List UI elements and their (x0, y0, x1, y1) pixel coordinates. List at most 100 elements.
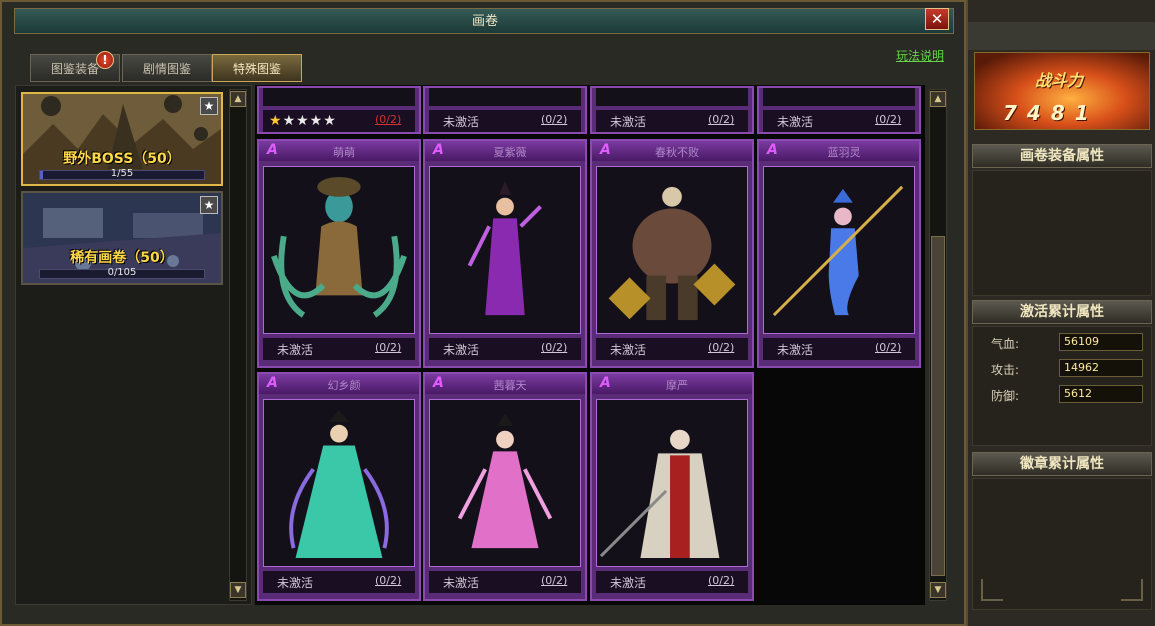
album-progress-text: 1/55 (110, 168, 134, 179)
tab-label: 剧情图鉴 (142, 62, 191, 76)
card-header: A 蓝羽灵 (759, 141, 919, 161)
card-lanyuling[interactable]: A 蓝羽灵 未激活 (0/2) (757, 139, 921, 368)
card-name: 夏紫薇 (493, 146, 527, 159)
album-card-wild-boss[interactable]: 野外BOSS（50） 1/55 ★ (21, 92, 223, 186)
card-footer: 未激活 (0/2) (263, 338, 415, 360)
combat-power-label: 战斗力 (1035, 71, 1084, 90)
accum-attr-heading: 激活累计属性 (972, 300, 1152, 324)
card-progress[interactable]: (0/2) (875, 113, 901, 126)
card-qianmutian[interactable]: A 茜暮天 未激活 (0/2) (423, 372, 587, 601)
purple-lady-figure-icon (429, 166, 581, 334)
card-chunqiu[interactable]: A 春秋不败 未激活 (0/2) (590, 139, 754, 368)
card-partial[interactable]: 未激活 (0/2) (590, 86, 754, 134)
mermaid-trident-figure-icon (763, 166, 915, 334)
card-status: 未激活 (443, 115, 480, 129)
tab-story-album[interactable]: 剧情图鉴 (122, 54, 212, 82)
scroll-down-button[interactable]: ▼ (930, 582, 946, 598)
scroll-up-button[interactable]: ▲ (930, 91, 946, 107)
card-progress[interactable]: (0/2) (541, 341, 567, 354)
pink-dancer-figure-icon (429, 399, 581, 567)
card-status: 未激活 (277, 343, 314, 357)
stat-label-defense: 防御: (991, 389, 1020, 403)
window-title: 画卷 (471, 14, 498, 29)
stat-label-attack: 攻击: (991, 363, 1020, 377)
equip-attr-body (972, 170, 1152, 296)
card-footer: ★★★★★ (0/2) (263, 110, 415, 132)
accum-attr-body: 气血: 56109 攻击: 14962 防御: 5612 (972, 326, 1152, 446)
card-header: A 春秋不败 (592, 141, 752, 161)
album-list-scrollbar[interactable] (229, 89, 247, 601)
card-status: 未激活 (610, 115, 647, 129)
panel-top-strip (968, 22, 1155, 50)
card-progress[interactable]: (0/2) (375, 574, 401, 587)
card-name: 蓝羽灵 (827, 146, 861, 159)
card-name: 幻乡颜 (327, 379, 361, 392)
card-progress[interactable]: (0/2) (875, 341, 901, 354)
card-progress[interactable]: (0/2) (708, 574, 734, 587)
card-status: 未激活 (777, 343, 814, 357)
scroll-thumb[interactable] (931, 236, 945, 576)
favorite-star-icon[interactable]: ★ (200, 97, 218, 115)
close-button[interactable]: ✕ (925, 8, 949, 30)
corner-ornament (981, 579, 1003, 601)
card-partial[interactable]: 未激活 (0/2) (423, 86, 587, 134)
armored-brute-figure-icon (596, 166, 748, 334)
title-bar: 画卷 (14, 8, 954, 34)
card-name: 摩严 (666, 379, 688, 392)
card-progress[interactable]: (0/2) (708, 341, 734, 354)
card-progress[interactable]: (0/2) (375, 341, 401, 354)
rank-glyph: A (600, 142, 611, 158)
card-header: A 茜暮天 (425, 374, 585, 394)
card-picture-partial (429, 88, 581, 106)
card-progress[interactable]: (0/2) (708, 113, 734, 126)
rank-glyph: A (433, 375, 444, 391)
stat-value-hp: 56109 (1059, 333, 1143, 351)
card-header: A 夏紫薇 (425, 141, 585, 161)
card-status: 未激活 (443, 343, 480, 357)
rank-glyph: A (767, 142, 778, 158)
card-footer: 未激活 (0/2) (429, 571, 581, 593)
rank-glyph: A (600, 375, 611, 391)
card-status: 未激活 (443, 576, 480, 590)
card-xiaziwei[interactable]: A 夏紫薇 未激活 (0/2) (423, 139, 587, 368)
card-partial[interactable]: 未激活 (0/2) (757, 86, 921, 134)
help-link[interactable]: 玩法说明 (896, 47, 944, 64)
tab-special-album[interactable]: 特殊图鉴 (212, 54, 302, 82)
card-footer: 未激活 (0/2) (763, 110, 915, 132)
card-status: 未激活 (610, 576, 647, 590)
card-footer: 未激活 (0/2) (596, 338, 748, 360)
card-mengmeng[interactable]: A 萌萌 未激活 (0/2) (257, 139, 421, 368)
album-card-rare[interactable]: 稀有画卷（50） 0/105 ★ (21, 191, 223, 285)
card-status: 未激活 (610, 343, 647, 357)
scroll-up-button[interactable]: ▲ (230, 91, 246, 107)
combat-power-box: 战斗力 7481 (974, 52, 1150, 130)
alert-badge: ! (96, 51, 114, 69)
card-partial[interactable]: ★★★★★ (0/2) (257, 86, 421, 134)
elder-sage-figure-icon (596, 399, 748, 567)
scroll-down-button[interactable]: ▼ (230, 582, 246, 598)
card-progress[interactable]: (0/2) (375, 113, 401, 126)
card-status: 未激活 (277, 576, 314, 590)
jade-maiden-figure-icon (263, 399, 415, 567)
album-name: 稀有画卷（50） (70, 250, 174, 266)
rank-glyph: A (267, 142, 278, 158)
medusa-monster-figure-icon (263, 166, 415, 334)
card-footer: 未激活 (0/2) (596, 571, 748, 593)
card-picture-partial (596, 88, 748, 106)
card-picture-partial (263, 88, 415, 106)
star-rating: ★★★★★ (269, 113, 337, 129)
card-progress[interactable]: (0/2) (541, 574, 567, 587)
card-picture-partial (763, 88, 915, 106)
rank-glyph: A (433, 142, 444, 158)
card-name: 萌萌 (333, 146, 355, 159)
card-header: A 摩严 (592, 374, 752, 394)
card-status: 未激活 (777, 115, 814, 129)
card-progress[interactable]: (0/2) (541, 113, 567, 126)
badge-attr-heading: 徽章累计属性 (972, 452, 1152, 476)
card-huanxiangyan[interactable]: A 幻乡颜 未激活 (0/2) (257, 372, 421, 601)
card-name: 春秋不败 (655, 146, 699, 159)
favorite-star-icon[interactable]: ★ (200, 196, 218, 214)
attribute-panel: 战斗力 7481 画卷装备属性 激活累计属性 气血: 56109 攻击: 149… (966, 0, 1155, 626)
equip-attr-heading: 画卷装备属性 (972, 144, 1152, 168)
card-moyan[interactable]: A 摩严 未激活 (0/2) (590, 372, 754, 601)
